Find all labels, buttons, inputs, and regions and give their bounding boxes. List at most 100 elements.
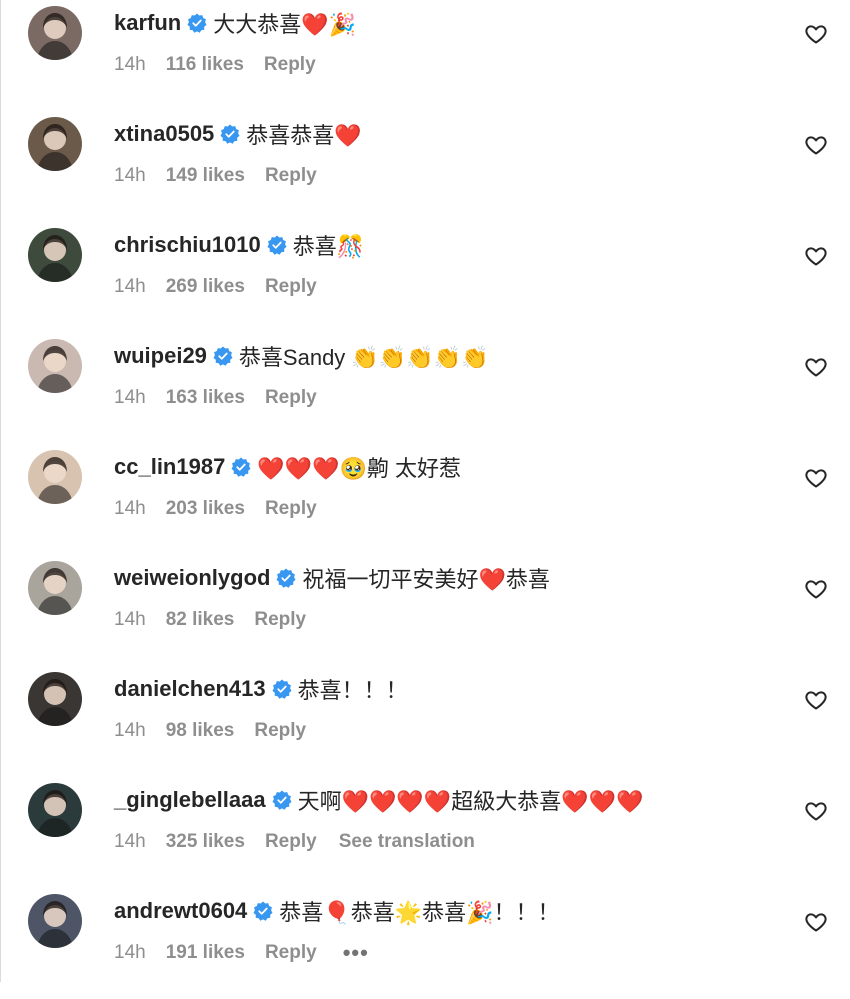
comment-meta: 14h 191 likes Reply ••• — [114, 940, 369, 966]
timestamp[interactable]: 14h — [114, 942, 146, 964]
reply-button[interactable]: Reply — [265, 498, 317, 520]
comment-item: wuipei29 恭喜Sandy 👏👏👏👏👏 14h 163 likes Reply — [0, 333, 850, 444]
username-link[interactable]: danielchen413 — [114, 676, 266, 702]
username-link[interactable]: karfun — [114, 10, 181, 36]
see-translation-button[interactable]: See translation — [339, 831, 475, 853]
verified-badge-icon — [276, 568, 296, 588]
heart-outline-icon[interactable] — [804, 466, 828, 490]
reply-button[interactable]: Reply — [254, 609, 306, 631]
comment-text: ❤️❤️❤️🥹齁 太好惹 — [257, 456, 461, 481]
heart-outline-icon[interactable] — [804, 577, 828, 601]
comment-line: _ginglebellaaa 天啊❤️❤️❤️❤️超級大恭喜❤️❤️❤️ — [114, 785, 643, 815]
comment-meta: 14h 82 likes Reply — [114, 608, 328, 632]
comment-text: 天啊❤️❤️❤️❤️超級大恭喜❤️❤️❤️ — [297, 789, 644, 814]
verified-badge-icon — [231, 457, 251, 477]
comment-line: xtina0505 恭喜恭喜❤️ — [114, 119, 362, 149]
heart-outline-icon[interactable] — [804, 133, 828, 157]
likes-count[interactable]: 98 likes — [166, 720, 235, 742]
avatar[interactable] — [28, 561, 82, 615]
reply-button[interactable]: Reply — [254, 720, 306, 742]
verified-badge-icon — [213, 346, 233, 366]
reply-button[interactable]: Reply — [265, 831, 317, 853]
avatar[interactable] — [28, 783, 82, 837]
comment-text: 恭喜Sandy 👏👏👏👏👏 — [238, 345, 489, 370]
comment-meta: 14h 98 likes Reply — [114, 719, 328, 743]
verified-badge-icon — [187, 13, 207, 33]
avatar[interactable] — [28, 228, 82, 282]
timestamp[interactable]: 14h — [114, 54, 146, 76]
comment-line: andrewt0604 恭喜🎈恭喜🌟恭喜🎉！！！ — [114, 896, 559, 926]
comment-meta: 14h 269 likes Reply — [114, 275, 339, 299]
comment-item: cc_lin1987 ❤️❤️❤️🥹齁 太好惹 14h 203 likes Reply — [0, 444, 850, 555]
username-link[interactable]: xtina0505 — [114, 121, 214, 147]
likes-count[interactable]: 191 likes — [166, 942, 245, 964]
more-options-icon[interactable]: ••• — [343, 940, 369, 966]
comment-text: 恭喜恭喜❤️ — [246, 123, 362, 148]
likes-count[interactable]: 163 likes — [166, 387, 245, 409]
comment-line: wuipei29 恭喜Sandy 👏👏👏👏👏 — [114, 341, 488, 371]
heart-outline-icon[interactable] — [804, 688, 828, 712]
comment-text: 恭喜！！！ — [297, 678, 408, 703]
avatar[interactable] — [28, 339, 82, 393]
reply-button[interactable]: Reply — [265, 165, 317, 187]
comment-item: karfun 大大恭喜❤️🎉 14h 116 likes Reply — [0, 0, 850, 111]
reply-button[interactable]: Reply — [265, 276, 317, 298]
likes-count[interactable]: 82 likes — [166, 609, 235, 631]
timestamp[interactable]: 14h — [114, 165, 146, 187]
comment-text: 祝福一切平安美好❤️恭喜 — [302, 567, 550, 592]
comment-item: _ginglebellaaa 天啊❤️❤️❤️❤️超級大恭喜❤️❤️❤️ 14h 32… — [0, 777, 850, 888]
username-link[interactable]: andrewt0604 — [114, 898, 247, 924]
avatar[interactable] — [28, 894, 82, 948]
username-link[interactable]: cc_lin1987 — [114, 454, 225, 480]
timestamp[interactable]: 14h — [114, 498, 146, 520]
heart-outline-icon[interactable] — [804, 355, 828, 379]
comment-item: weiweionlygod 祝福一切平安美好❤️恭喜 14h 82 likes Repl… — [0, 555, 850, 666]
reply-button[interactable]: Reply — [265, 387, 317, 409]
comment-item: danielchen413 恭喜！！！ 14h 98 likes Reply — [0, 666, 850, 777]
comment-line: cc_lin1987 ❤️❤️❤️🥹齁 太好惹 — [114, 452, 461, 482]
comment-item: xtina0505 恭喜恭喜❤️ 14h 149 likes Reply — [0, 111, 850, 222]
comment-meta: 14h 163 likes Reply — [114, 386, 339, 410]
username-link[interactable]: wuipei29 — [114, 343, 207, 369]
likes-count[interactable]: 149 likes — [166, 165, 245, 187]
verified-badge-icon — [253, 901, 273, 921]
comment-text: 恭喜🎈恭喜🌟恭喜🎉！！！ — [279, 900, 560, 925]
comment-item: andrewt0604 恭喜🎈恭喜🌟恭喜🎉！！！ 14h 191 likes Reply… — [0, 888, 850, 999]
likes-count[interactable]: 325 likes — [166, 831, 245, 853]
avatar[interactable] — [28, 117, 82, 171]
comment-meta: 14h 203 likes Reply — [114, 497, 339, 521]
reply-button[interactable]: Reply — [264, 54, 316, 76]
comment-text: 大大恭喜❤️🎉 — [213, 12, 357, 37]
comment-meta: 14h 116 likes Reply — [114, 53, 338, 77]
comment-line: weiweionlygod 祝福一切平安美好❤️恭喜 — [114, 563, 550, 593]
timestamp[interactable]: 14h — [114, 831, 146, 853]
comment-item: chrischiu1010 恭喜🎊 14h 269 likes Reply — [0, 222, 850, 333]
comment-line: chrischiu1010 恭喜🎊 — [114, 230, 364, 260]
heart-outline-icon[interactable] — [804, 910, 828, 934]
timestamp[interactable]: 14h — [114, 609, 146, 631]
timestamp[interactable]: 14h — [114, 387, 146, 409]
comment-meta: 14h 325 likes Reply See translation — [114, 830, 475, 854]
verified-badge-icon — [220, 124, 240, 144]
avatar[interactable] — [28, 672, 82, 726]
likes-count[interactable]: 269 likes — [166, 276, 245, 298]
heart-outline-icon[interactable] — [804, 22, 828, 46]
comment-line: karfun 大大恭喜❤️🎉 — [114, 8, 356, 38]
verified-badge-icon — [267, 235, 287, 255]
heart-outline-icon[interactable] — [804, 799, 828, 823]
avatar[interactable] — [28, 6, 82, 60]
likes-count[interactable]: 116 likes — [166, 54, 244, 76]
verified-badge-icon — [272, 790, 292, 810]
reply-button[interactable]: Reply — [265, 942, 317, 964]
timestamp[interactable]: 14h — [114, 720, 146, 742]
timestamp[interactable]: 14h — [114, 276, 146, 298]
heart-outline-icon[interactable] — [804, 244, 828, 268]
username-link[interactable]: _ginglebellaaa — [114, 787, 266, 813]
comment-text: 恭喜🎊 — [292, 234, 365, 259]
likes-count[interactable]: 203 likes — [166, 498, 245, 520]
username-link[interactable]: weiweionlygod — [114, 565, 270, 591]
verified-badge-icon — [272, 679, 292, 699]
avatar[interactable] — [28, 450, 82, 504]
username-link[interactable]: chrischiu1010 — [114, 232, 261, 258]
comment-meta: 14h 149 likes Reply — [114, 164, 339, 188]
